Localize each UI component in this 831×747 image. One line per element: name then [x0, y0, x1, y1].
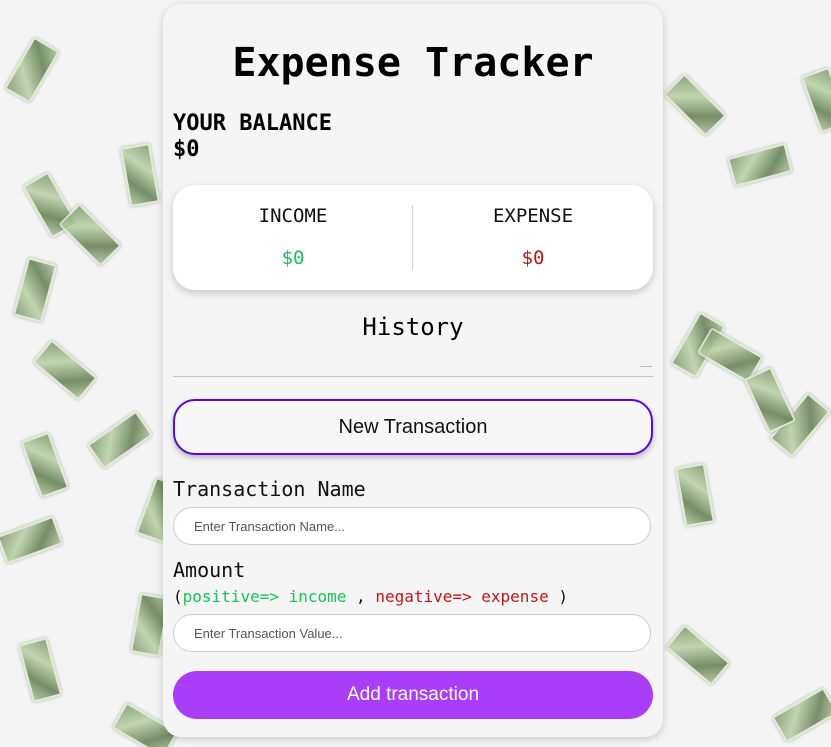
income-value: $0	[281, 247, 305, 269]
hint-open: (	[173, 587, 183, 606]
history-dash	[640, 366, 652, 367]
new-transaction-button[interactable]: New Transaction	[173, 399, 653, 455]
amount-label: Amount	[173, 558, 246, 582]
expense-label: EXPENSE	[492, 205, 574, 227]
dollar-bill-icon	[771, 687, 831, 743]
page-title: Expense Tracker	[232, 40, 594, 86]
expense-tracker-card: Expense Tracker YOUR BALANCE $0 INCOME $…	[163, 4, 663, 737]
income-label: INCOME	[258, 205, 328, 227]
dollar-bill-icon	[17, 637, 63, 703]
dollar-bill-icon	[665, 624, 731, 686]
dollar-bill-icon	[4, 36, 60, 104]
dollar-bill-icon	[32, 339, 98, 401]
dollar-bill-icon	[727, 142, 793, 188]
hint-separator: ,	[346, 587, 376, 606]
dollar-bill-icon	[120, 142, 160, 208]
dollar-bill-icon	[675, 462, 715, 528]
expense-value: $0	[521, 247, 545, 269]
history-title: History	[362, 313, 464, 341]
dollar-bill-icon	[86, 410, 154, 470]
transaction-name-input[interactable]	[173, 507, 651, 545]
transaction-name-label: Transaction Name	[173, 477, 366, 501]
income-expense-summary: INCOME $0 EXPENSE $0	[173, 185, 653, 290]
balance-label: YOUR BALANCE	[173, 111, 332, 136]
dollar-bill-icon	[12, 257, 58, 323]
hint-negative: negative=> expense	[375, 587, 549, 606]
amount-hint: (positive=> income , negative=> expense …	[173, 587, 568, 606]
hint-positive: positive=> income	[182, 587, 347, 606]
history-divider	[173, 376, 653, 377]
balance-value: $0	[173, 137, 200, 162]
transaction-value-input[interactable]	[173, 614, 651, 652]
dollar-bill-icon	[20, 431, 70, 499]
add-transaction-button[interactable]: Add transaction	[173, 671, 653, 719]
dollar-bill-icon	[743, 366, 797, 434]
income-summary: INCOME $0	[173, 185, 413, 290]
dollar-bill-icon	[663, 73, 727, 137]
expense-summary: EXPENSE $0	[413, 185, 653, 290]
hint-close: )	[548, 587, 568, 606]
dollar-bill-icon	[800, 66, 831, 134]
dollar-bill-icon	[0, 515, 64, 565]
